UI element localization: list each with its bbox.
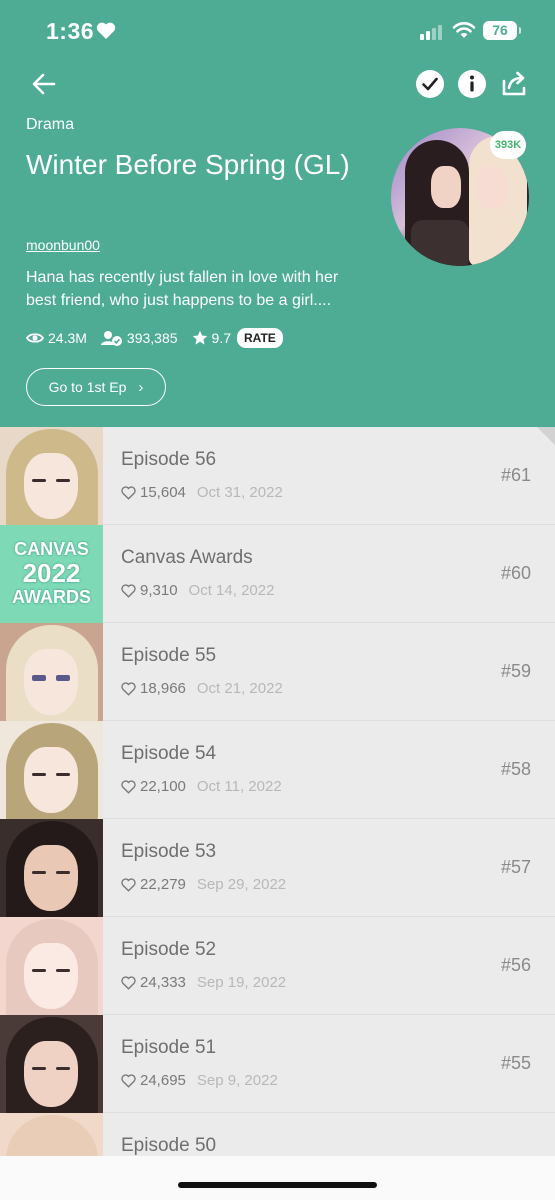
episode-date: Sep 29, 2022	[196, 876, 287, 893]
eye-icon	[26, 333, 44, 343]
episode-title: Episode 51	[121, 1037, 217, 1058]
status-time: 1:36	[46, 18, 95, 44]
series-stats: 24.3M 393,385 9.7 RATE	[26, 328, 283, 348]
episode-row[interactable]: Episode 52 24,333 Sep 19, 2022 #56	[0, 917, 555, 1015]
heart-outline-icon	[121, 681, 136, 696]
episode-thumbnail	[0, 623, 103, 721]
wifi-icon	[452, 22, 476, 38]
chevron-right-icon: ›	[138, 378, 144, 396]
check-icon[interactable]	[415, 69, 445, 99]
episode-meta: 24,695 Sep 9, 2022	[121, 1072, 278, 1089]
episode-title: Canvas Awards	[121, 547, 253, 568]
episode-date: Oct 11, 2022	[196, 778, 282, 795]
go-to-first-episode-button[interactable]: Go to 1st Ep ›	[26, 368, 166, 406]
episode-thumbnail: CANVAS 2022 AWARDS	[0, 525, 103, 623]
series-header: 1:36 76 Drama Winter Before Spring (GL) …	[0, 0, 555, 427]
rating-stat: 9.7	[192, 330, 231, 346]
episode-meta: 9,310 Oct 14, 2022	[121, 582, 274, 599]
episode-likes: 24,695	[140, 1072, 186, 1089]
episode-title: Episode 54	[121, 743, 217, 764]
episode-row[interactable]: Episode 53 22,279 Sep 29, 2022 #57	[0, 819, 555, 917]
home-bar-area	[0, 1156, 555, 1200]
heart-icon	[96, 22, 116, 39]
heart-outline-icon	[121, 583, 136, 598]
episode-date: Sep 9, 2022	[196, 1072, 278, 1089]
battery-indicator: 76	[483, 21, 521, 40]
genre-label: Drama	[26, 116, 75, 133]
episode-meta: 18,966 Oct 21, 2022	[121, 680, 283, 697]
episode-date: Sep 19, 2022	[196, 974, 287, 991]
episode-title: Episode 52	[121, 939, 217, 960]
views-stat: 24.3M	[26, 330, 87, 346]
episode-number: #55	[500, 1053, 531, 1073]
canvas-awards-logo: CANVAS 2022 AWARDS	[11, 539, 91, 607]
series-title: Winter Before Spring (GL)	[26, 149, 350, 180]
heart-outline-icon	[121, 485, 136, 500]
status-bar: 1:36 76	[0, 0, 555, 62]
rating-value: 9.7	[211, 330, 231, 346]
cellular-signal-icon	[420, 24, 446, 40]
rate-button[interactable]: RATE	[237, 328, 283, 348]
episode-meta: 22,100 Oct 11, 2022	[121, 778, 282, 795]
info-icon[interactable]	[457, 69, 487, 99]
episode-thumbnail	[0, 1015, 103, 1113]
heart-outline-icon	[121, 1073, 136, 1088]
heart-outline-icon	[121, 779, 136, 794]
episode-thumbnail	[0, 819, 103, 917]
episode-thumbnail	[0, 427, 103, 525]
episode-thumbnail	[0, 721, 103, 819]
author-link[interactable]: moonbun00	[26, 237, 100, 253]
heart-outline-icon	[121, 877, 136, 892]
episode-row[interactable]: Episode 55 18,966 Oct 21, 2022 #59	[0, 623, 555, 721]
episode-meta: 22,279 Sep 29, 2022	[121, 876, 286, 893]
episode-list: Episode 56 15,604 Oct 31, 2022 #61 CANVA…	[0, 427, 555, 1200]
episode-row[interactable]: Episode 51 24,695 Sep 9, 2022 #55	[0, 1015, 555, 1113]
episode-number: #57	[500, 857, 531, 877]
episode-likes: 22,279	[140, 876, 186, 893]
episode-meta: 15,604 Oct 31, 2022	[121, 484, 283, 501]
episode-date: Oct 14, 2022	[188, 582, 275, 599]
episode-likes: 18,966	[140, 680, 186, 697]
episode-likes: 9,310	[140, 582, 178, 599]
episode-date: Oct 21, 2022	[196, 680, 283, 697]
views-count: 24.3M	[48, 330, 87, 346]
episode-title: Episode 56	[121, 449, 217, 470]
episode-thumbnail	[0, 917, 103, 1015]
back-arrow-icon[interactable]	[30, 70, 58, 98]
page-corner-fold	[537, 427, 555, 445]
episode-number: #61	[500, 465, 531, 485]
episode-title: Episode 50	[121, 1135, 217, 1156]
episode-number: #58	[500, 759, 531, 779]
first-episode-label: Go to 1st Ep	[48, 379, 127, 395]
series-summary: Hana has recently just fallen in love wi…	[26, 269, 339, 309]
subscribers-count: 393,385	[126, 330, 178, 346]
episode-meta: 24,333 Sep 19, 2022	[121, 974, 286, 991]
episode-row[interactable]: CANVAS 2022 AWARDS Canvas Awards 9,310 O…	[0, 525, 555, 623]
home-indicator[interactable]	[178, 1182, 377, 1188]
heart-outline-icon	[121, 975, 136, 990]
episode-title: Episode 53	[121, 841, 217, 862]
episode-number: #59	[500, 661, 531, 681]
episode-date: Oct 31, 2022	[196, 484, 283, 501]
subscribers-stat: 393,385	[100, 330, 178, 346]
episode-likes: 24,333	[140, 974, 186, 991]
episode-title: Episode 55	[121, 645, 217, 666]
episode-likes: 15,604	[140, 484, 186, 501]
share-icon[interactable]	[499, 69, 529, 99]
subscriber-icon	[100, 331, 122, 346]
episode-row[interactable]: Episode 56 15,604 Oct 31, 2022 #61	[0, 427, 555, 525]
episode-likes: 22,100	[140, 778, 186, 795]
episode-number: #60	[500, 563, 531, 583]
episode-row[interactable]: Episode 54 22,100 Oct 11, 2022 #58	[0, 721, 555, 819]
subscriber-badge: 393K	[490, 131, 526, 159]
episode-number: #56	[500, 955, 531, 975]
star-icon	[192, 330, 207, 345]
